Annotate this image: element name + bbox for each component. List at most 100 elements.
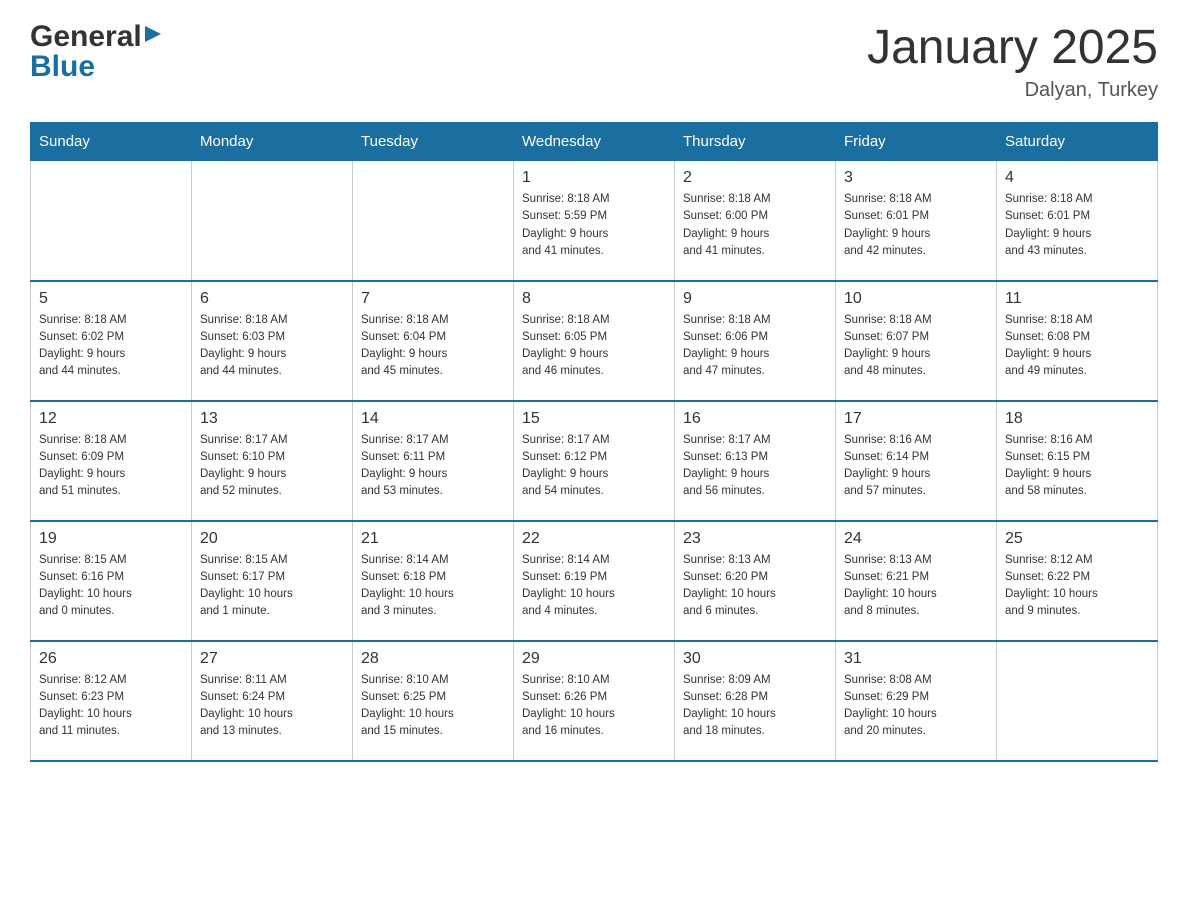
column-header-saturday: Saturday [997, 123, 1158, 161]
cell-day-number: 30 [683, 650, 827, 668]
title-area: January 2025 Dalyan, Turkey [867, 20, 1158, 102]
cell-sun-info: Sunrise: 8:18 AM Sunset: 5:59 PM Dayligh… [522, 191, 666, 260]
cell-day-number: 21 [361, 530, 505, 548]
cell-day-number: 8 [522, 290, 666, 308]
calendar-cell [997, 641, 1158, 761]
calendar-cell: 23Sunrise: 8:13 AM Sunset: 6:20 PM Dayli… [675, 521, 836, 641]
calendar-cell: 17 Sunrise: 8:16 AM Sunset: 6:14 PM Dayli… [836, 401, 997, 521]
cell-day-number: 28 [361, 650, 505, 668]
calendar-cell: 7 Sunrise: 8:18 AM Sunset: 6:04 PM Daylig… [353, 281, 514, 401]
calendar-cell: 29 Sunrise: 8:10 AM Sunset: 6:26 PM Dayli… [514, 641, 675, 761]
cell-sun-info: Sunrise: 8:17 AM Sunset: 6:10 PM Dayligh… [200, 432, 344, 501]
cell-day-number: 24 [844, 530, 988, 548]
calendar-cell [31, 161, 192, 281]
cell-day-number: 25 [1005, 530, 1149, 548]
calendar-cell: 11 Sunrise: 8:18 AM Sunset: 6:08 PM Dayli… [997, 281, 1158, 401]
calendar-cell: 25 Sunrise: 8:12 AM Sunset: 6:22 PM Dayli… [997, 521, 1158, 641]
cell-sun-info: Sunrise: 8:18 AM Sunset: 6:08 PM Dayligh… [1005, 312, 1149, 381]
cell-sun-info: Sunrise: 8:16 AM Sunset: 6:14 PM Dayligh… [844, 432, 988, 501]
calendar-cell: 18Sunrise: 8:16 AM Sunset: 6:15 PM Dayli… [997, 401, 1158, 521]
cell-day-number: 31 [844, 650, 988, 668]
cell-day-number: 1 [522, 169, 666, 187]
logo-general-text: General [30, 20, 142, 54]
column-header-friday: Friday [836, 123, 997, 161]
calendar-title: January 2025 [867, 20, 1158, 75]
cell-day-number: 15 [522, 410, 666, 428]
cell-sun-info: Sunrise: 8:18 AM Sunset: 6:06 PM Dayligh… [683, 312, 827, 381]
cell-sun-info: Sunrise: 8:08 AM Sunset: 6:29 PM Dayligh… [844, 672, 988, 741]
calendar-cell: 16 Sunrise: 8:17 AM Sunset: 6:13 PM Dayli… [675, 401, 836, 521]
calendar-cell: 2 Sunrise: 8:18 AM Sunset: 6:00 PM Daylig… [675, 161, 836, 281]
calendar-cell: 19Sunrise: 8:15 AM Sunset: 6:16 PM Dayli… [31, 521, 192, 641]
cell-day-number: 18 [1005, 410, 1149, 428]
cell-day-number: 27 [200, 650, 344, 668]
cell-day-number: 29 [522, 650, 666, 668]
cell-sun-info: Sunrise: 8:10 AM Sunset: 6:26 PM Dayligh… [522, 672, 666, 741]
calendar-cell: 31 Sunrise: 8:08 AM Sunset: 6:29 PM Dayli… [836, 641, 997, 761]
calendar-week-1: 1 Sunrise: 8:18 AM Sunset: 5:59 PM Daylig… [31, 161, 1158, 281]
logo: General Blue [30, 20, 167, 84]
calendar-week-4: 19Sunrise: 8:15 AM Sunset: 6:16 PM Dayli… [31, 521, 1158, 641]
calendar-cell: 1 Sunrise: 8:18 AM Sunset: 5:59 PM Daylig… [514, 161, 675, 281]
calendar-cell [353, 161, 514, 281]
calendar-cell: 9 Sunrise: 8:18 AM Sunset: 6:06 PM Daylig… [675, 281, 836, 401]
cell-sun-info: Sunrise: 8:10 AM Sunset: 6:25 PM Dayligh… [361, 672, 505, 741]
calendar-cell: 12Sunrise: 8:18 AM Sunset: 6:09 PM Dayli… [31, 401, 192, 521]
calendar-cell: 26Sunrise: 8:12 AM Sunset: 6:23 PM Dayli… [31, 641, 192, 761]
calendar-week-3: 12Sunrise: 8:18 AM Sunset: 6:09 PM Dayli… [31, 401, 1158, 521]
cell-day-number: 7 [361, 290, 505, 308]
cell-sun-info: Sunrise: 8:12 AM Sunset: 6:23 PM Dayligh… [39, 672, 183, 741]
calendar-header-row: SundayMondayTuesdayWednesdayThursdayFrid… [31, 123, 1158, 161]
calendar-location: Dalyan, Turkey [867, 79, 1158, 102]
cell-day-number: 4 [1005, 169, 1149, 187]
cell-sun-info: Sunrise: 8:18 AM Sunset: 6:03 PM Dayligh… [200, 312, 344, 381]
calendar-cell: 8 Sunrise: 8:18 AM Sunset: 6:05 PM Daylig… [514, 281, 675, 401]
cell-day-number: 19 [39, 530, 183, 548]
cell-day-number: 14 [361, 410, 505, 428]
page-header: General Blue January 2025 Dalyan, Turkey [30, 20, 1158, 102]
cell-day-number: 17 [844, 410, 988, 428]
column-header-sunday: Sunday [31, 123, 192, 161]
cell-sun-info: Sunrise: 8:09 AM Sunset: 6:28 PM Dayligh… [683, 672, 827, 741]
calendar-cell: 3 Sunrise: 8:18 AM Sunset: 6:01 PM Daylig… [836, 161, 997, 281]
cell-sun-info: Sunrise: 8:14 AM Sunset: 6:19 PM Dayligh… [522, 552, 666, 621]
calendar-cell: 10 Sunrise: 8:18 AM Sunset: 6:07 PM Dayli… [836, 281, 997, 401]
column-header-wednesday: Wednesday [514, 123, 675, 161]
cell-day-number: 20 [200, 530, 344, 548]
calendar-cell: 27 Sunrise: 8:11 AM Sunset: 6:24 PM Dayli… [192, 641, 353, 761]
cell-sun-info: Sunrise: 8:18 AM Sunset: 6:02 PM Dayligh… [39, 312, 183, 381]
cell-sun-info: Sunrise: 8:18 AM Sunset: 6:09 PM Dayligh… [39, 432, 183, 501]
cell-day-number: 10 [844, 290, 988, 308]
cell-sun-info: Sunrise: 8:11 AM Sunset: 6:24 PM Dayligh… [200, 672, 344, 741]
cell-day-number: 16 [683, 410, 827, 428]
cell-sun-info: Sunrise: 8:17 AM Sunset: 6:13 PM Dayligh… [683, 432, 827, 501]
cell-sun-info: Sunrise: 8:18 AM Sunset: 6:00 PM Dayligh… [683, 191, 827, 260]
calendar-cell: 6 Sunrise: 8:18 AM Sunset: 6:03 PM Daylig… [192, 281, 353, 401]
cell-day-number: 3 [844, 169, 988, 187]
cell-day-number: 9 [683, 290, 827, 308]
column-header-thursday: Thursday [675, 123, 836, 161]
cell-day-number: 11 [1005, 290, 1149, 308]
cell-day-number: 6 [200, 290, 344, 308]
cell-sun-info: Sunrise: 8:14 AM Sunset: 6:18 PM Dayligh… [361, 552, 505, 621]
cell-day-number: 5 [39, 290, 183, 308]
cell-sun-info: Sunrise: 8:18 AM Sunset: 6:01 PM Dayligh… [1005, 191, 1149, 260]
cell-day-number: 23 [683, 530, 827, 548]
cell-day-number: 2 [683, 169, 827, 187]
cell-sun-info: Sunrise: 8:15 AM Sunset: 6:17 PM Dayligh… [200, 552, 344, 621]
calendar-cell: 24 Sunrise: 8:13 AM Sunset: 6:21 PM Dayli… [836, 521, 997, 641]
cell-sun-info: Sunrise: 8:18 AM Sunset: 6:01 PM Dayligh… [844, 191, 988, 260]
calendar-cell: 30 Sunrise: 8:09 AM Sunset: 6:28 PM Dayli… [675, 641, 836, 761]
calendar-cell: 22Sunrise: 8:14 AM Sunset: 6:19 PM Dayli… [514, 521, 675, 641]
calendar-week-5: 26Sunrise: 8:12 AM Sunset: 6:23 PM Dayli… [31, 641, 1158, 761]
cell-sun-info: Sunrise: 8:18 AM Sunset: 6:05 PM Dayligh… [522, 312, 666, 381]
cell-sun-info: Sunrise: 8:17 AM Sunset: 6:11 PM Dayligh… [361, 432, 505, 501]
cell-sun-info: Sunrise: 8:12 AM Sunset: 6:22 PM Dayligh… [1005, 552, 1149, 621]
logo-flag-icon [145, 26, 167, 48]
cell-sun-info: Sunrise: 8:18 AM Sunset: 6:07 PM Dayligh… [844, 312, 988, 381]
calendar-cell: 13Sunrise: 8:17 AM Sunset: 6:10 PM Dayli… [192, 401, 353, 521]
cell-sun-info: Sunrise: 8:18 AM Sunset: 6:04 PM Dayligh… [361, 312, 505, 381]
cell-sun-info: Sunrise: 8:17 AM Sunset: 6:12 PM Dayligh… [522, 432, 666, 501]
cell-sun-info: Sunrise: 8:13 AM Sunset: 6:21 PM Dayligh… [844, 552, 988, 621]
calendar-cell: 21 Sunrise: 8:14 AM Sunset: 6:18 PM Dayli… [353, 521, 514, 641]
